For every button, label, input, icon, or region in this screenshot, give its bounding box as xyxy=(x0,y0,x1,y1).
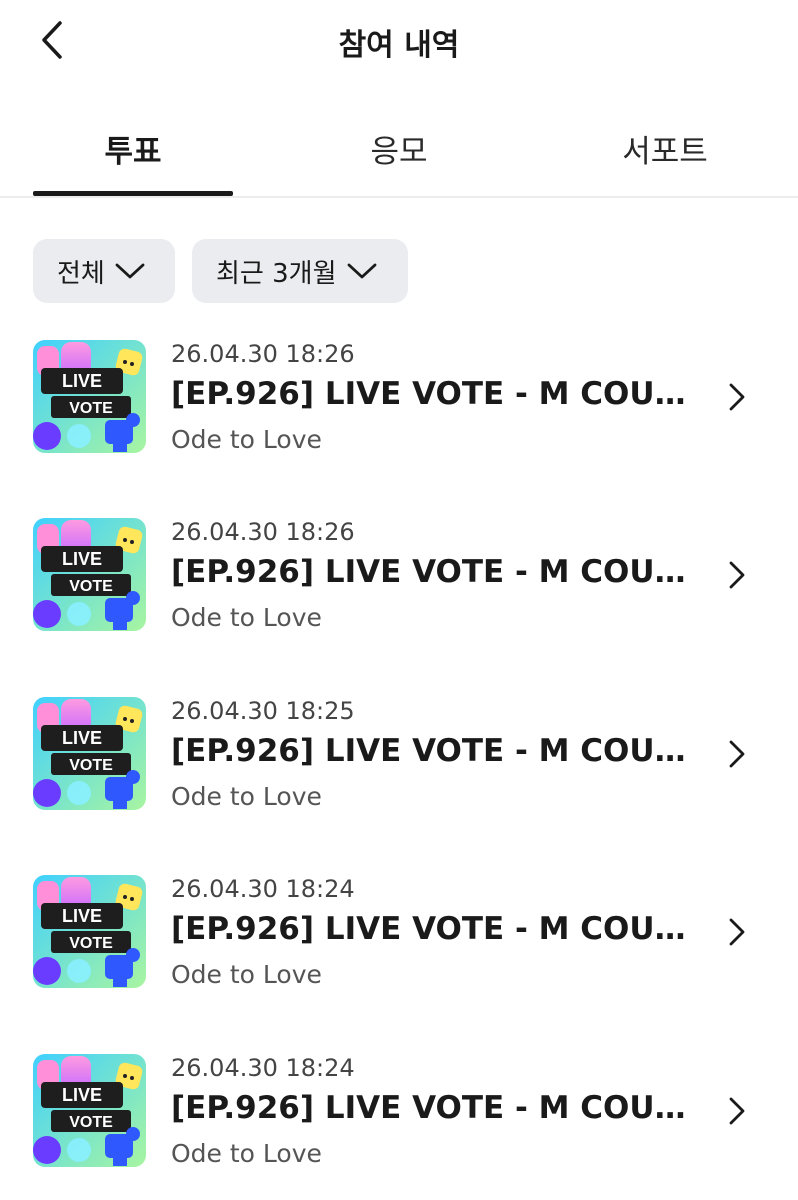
period-filter-label: 최근 3개월 xyxy=(216,258,337,289)
tab-support[interactable]: 서포트 xyxy=(532,100,798,196)
item-title: [EP.926] LIVE VOTE - M COUNTDOWN xyxy=(171,733,691,769)
svg-text:VOTE: VOTE xyxy=(69,1114,113,1131)
chevron-right-icon xyxy=(724,560,750,590)
period-filter-dropdown[interactable]: 최근 3개월 xyxy=(192,239,408,303)
participation-history-page: 참여 내역 투표 응모 서포트 전체 최근 3개월 LIVE VOTE 26.0… xyxy=(0,0,798,1200)
item-subtitle: Ode to Love xyxy=(171,603,322,632)
item-subtitle: Ode to Love xyxy=(171,960,322,989)
live-vote-thumbnail: LIVE VOTE xyxy=(33,875,146,988)
item-title: [EP.926] LIVE VOTE - M COUNTDOWN xyxy=(171,1090,691,1126)
list-item[interactable]: LIVE VOTE 26.04.30 18:25 [EP.926] LIVE V… xyxy=(0,697,798,847)
page-title: 참여 내역 xyxy=(338,28,460,63)
chevron-right-icon xyxy=(724,917,750,947)
tab-bar: 투표 응모 서포트 xyxy=(0,100,798,198)
item-title: [EP.926] LIVE VOTE - M COUNTDOWN xyxy=(171,376,691,412)
svg-text:LIVE: LIVE xyxy=(62,1085,102,1105)
item-title: [EP.926] LIVE VOTE - M COUNTDOWN xyxy=(171,554,691,590)
item-date: 26.04.30 18:26 xyxy=(171,518,355,546)
chevron-down-icon xyxy=(115,263,145,279)
svg-text:VOTE: VOTE xyxy=(69,757,113,774)
list-item[interactable]: LIVE VOTE 26.04.30 18:26 [EP.926] LIVE V… xyxy=(0,518,798,668)
item-subtitle: Ode to Love xyxy=(171,1139,322,1168)
item-date: 26.04.30 18:24 xyxy=(171,1054,355,1082)
live-vote-thumbnail: LIVE VOTE xyxy=(33,518,146,631)
item-subtitle: Ode to Love xyxy=(171,782,322,811)
svg-text:VOTE: VOTE xyxy=(69,578,113,595)
svg-text:VOTE: VOTE xyxy=(69,400,113,417)
tabs-divider xyxy=(0,196,798,198)
chevron-down-icon xyxy=(347,263,376,279)
live-vote-thumbnail: LIVE VOTE xyxy=(33,1054,146,1167)
svg-text:VOTE: VOTE xyxy=(69,935,113,952)
list-item[interactable]: LIVE VOTE 26.04.30 18:26 [EP.926] LIVE V… xyxy=(0,340,798,490)
tab-entry[interactable]: 응모 xyxy=(266,100,532,196)
type-filter-label: 전체 xyxy=(57,258,105,289)
type-filter-dropdown[interactable]: 전체 xyxy=(33,239,175,303)
item-title: [EP.926] LIVE VOTE - M COUNTDOWN xyxy=(171,911,691,947)
svg-text:LIVE: LIVE xyxy=(62,728,102,748)
item-subtitle: Ode to Love xyxy=(171,425,322,454)
chevron-right-icon xyxy=(724,382,750,412)
chevron-right-icon xyxy=(724,1096,750,1126)
chevron-right-icon xyxy=(724,739,750,769)
item-date: 26.04.30 18:26 xyxy=(171,340,355,368)
item-date: 26.04.30 18:25 xyxy=(171,697,355,725)
live-vote-thumbnail: LIVE VOTE xyxy=(33,697,146,810)
tab-vote[interactable]: 투표 xyxy=(0,100,266,196)
svg-text:LIVE: LIVE xyxy=(62,549,102,569)
svg-text:LIVE: LIVE xyxy=(62,906,102,926)
item-date: 26.04.30 18:24 xyxy=(171,875,355,903)
list-item[interactable]: LIVE VOTE 26.04.30 18:24 [EP.926] LIVE V… xyxy=(0,875,798,1025)
header: 참여 내역 xyxy=(0,0,798,80)
live-vote-thumbnail: LIVE VOTE xyxy=(33,340,146,453)
svg-text:LIVE: LIVE xyxy=(62,371,102,391)
list-item[interactable]: LIVE VOTE 26.04.30 18:24 [EP.926] LIVE V… xyxy=(0,1054,798,1200)
